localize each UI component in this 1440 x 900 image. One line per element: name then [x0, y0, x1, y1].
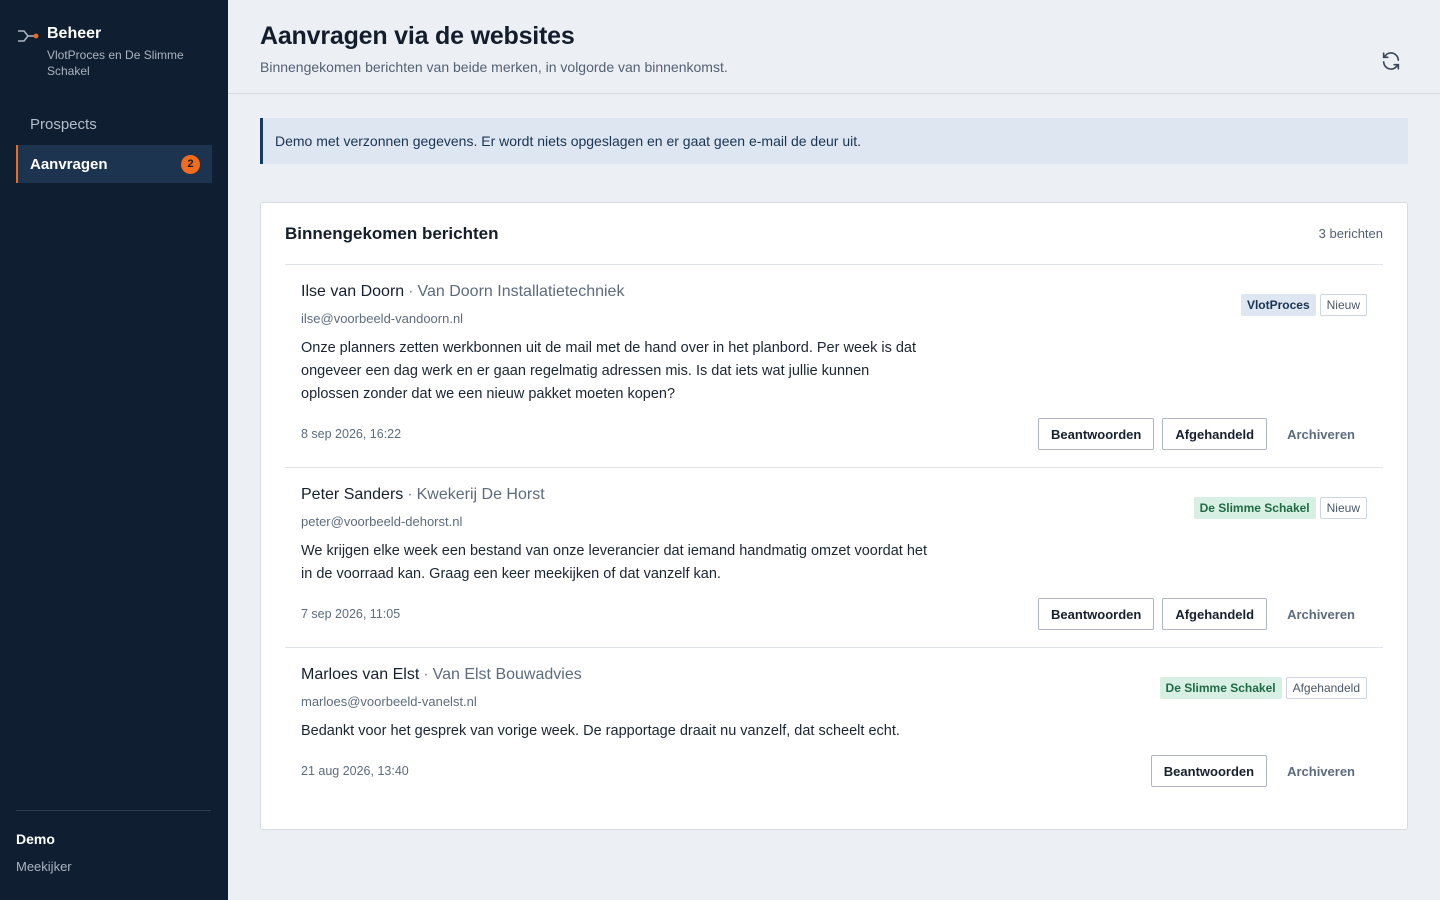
- archive-button[interactable]: Archiveren: [1275, 418, 1367, 450]
- sender-name: Peter Sanders: [301, 486, 404, 503]
- message-item: Marloes van Elst · Van Elst Bouwadvies De …: [285, 648, 1383, 808]
- page-header: Aanvragen via de websites Binnengekomen …: [228, 0, 1440, 94]
- separator: ·: [423, 666, 429, 683]
- sidebar-item-label: Prospects: [30, 115, 97, 133]
- reply-button[interactable]: Beantwoorden: [1038, 598, 1155, 630]
- user-role: Meekijker: [16, 859, 72, 874]
- message-body: We krijgen elke week een bestand van onz…: [301, 543, 928, 582]
- message-item: Ilse van Doorn · Van Doorn Installatietech…: [285, 265, 1383, 468]
- inbox-card: Binnengekomen berichten 3 berichten Ilse…: [260, 202, 1408, 830]
- message-body: Onze planners zetten werkbonnen uit de m…: [301, 340, 917, 402]
- sender-company: Kwekerij De Horst: [416, 486, 545, 503]
- sender-company: Van Doorn Installatietechniek: [417, 283, 625, 300]
- archive-button[interactable]: Archiveren: [1275, 598, 1367, 630]
- sender-company: Van Elst Bouwadvies: [432, 666, 582, 683]
- inbox-header: Binnengekomen berichten 3 berichten: [285, 203, 1383, 265]
- sidebar-item-prospects[interactable]: Prospects: [16, 105, 212, 143]
- page-title: Aanvragen via de websites: [260, 22, 575, 50]
- sender-email: ilse@voorbeeld-vandoorn.nl: [301, 311, 464, 326]
- refresh-icon[interactable]: [1380, 50, 1402, 72]
- unread-count-badge: 2: [181, 154, 200, 174]
- message-body: Bedankt voor het gesprek van vorige week…: [301, 723, 900, 739]
- demo-notice: Demo met verzonnen gegevens. Er wordt ni…: [260, 118, 1408, 164]
- separator: ·: [408, 283, 414, 300]
- brand-tag: De Slimme Schakel: [1159, 677, 1282, 699]
- page-subtitle: Binnengekomen berichten van beide merken…: [260, 59, 728, 75]
- sender-name: Marloes van Elst: [301, 666, 420, 683]
- separator: ·: [407, 486, 413, 503]
- message-item: Peter Sanders · Kwekerij De Horst De Slimm…: [285, 468, 1383, 648]
- brand-tag: De Slimme Schakel: [1193, 497, 1316, 519]
- inbox-title: Binnengekomen berichten: [285, 223, 499, 243]
- brand-tag: VlotProces: [1240, 294, 1316, 316]
- message-count: 3 berichten: [1318, 226, 1383, 241]
- message-date: 8 sep 2026, 16:22: [301, 427, 402, 441]
- mark-done-button[interactable]: Afgehandeld: [1162, 598, 1268, 630]
- message-date: 21 aug 2026, 13:40: [301, 764, 409, 778]
- sidebar-nav: Prospects Aanvragen 2: [0, 105, 228, 183]
- status-badge: Nieuw: [1319, 294, 1367, 316]
- reply-button[interactable]: Beantwoorden: [1150, 755, 1268, 787]
- brand-title: Beheer: [47, 25, 102, 42]
- user-name: Demo: [16, 831, 55, 847]
- message-date: 7 sep 2026, 11:05: [301, 607, 401, 621]
- archive-button[interactable]: Archiveren: [1275, 755, 1367, 787]
- sidebar-item-label: Aanvragen: [30, 155, 108, 173]
- brand-logo-icon: [18, 30, 39, 42]
- sender-name: Ilse van Doorn: [301, 283, 405, 300]
- brand-subtitle: VlotProces en De Slimme Schakel: [47, 48, 184, 78]
- mark-done-button[interactable]: Afgehandeld: [1162, 418, 1268, 450]
- sidebar-user: Demo Meekijker: [16, 810, 211, 874]
- main-content: Aanvragen via de websites Binnengekomen …: [228, 0, 1440, 900]
- reply-button[interactable]: Beantwoorden: [1038, 418, 1155, 450]
- status-badge: Nieuw: [1319, 497, 1367, 519]
- sidebar: Beheer VlotProces en De Slimme Schakel P…: [0, 0, 228, 900]
- status-badge: Afgehandeld: [1285, 677, 1367, 699]
- sidebar-item-aanvragen[interactable]: Aanvragen 2: [16, 145, 212, 183]
- brand: Beheer VlotProces en De Slimme Schakel: [0, 0, 228, 79]
